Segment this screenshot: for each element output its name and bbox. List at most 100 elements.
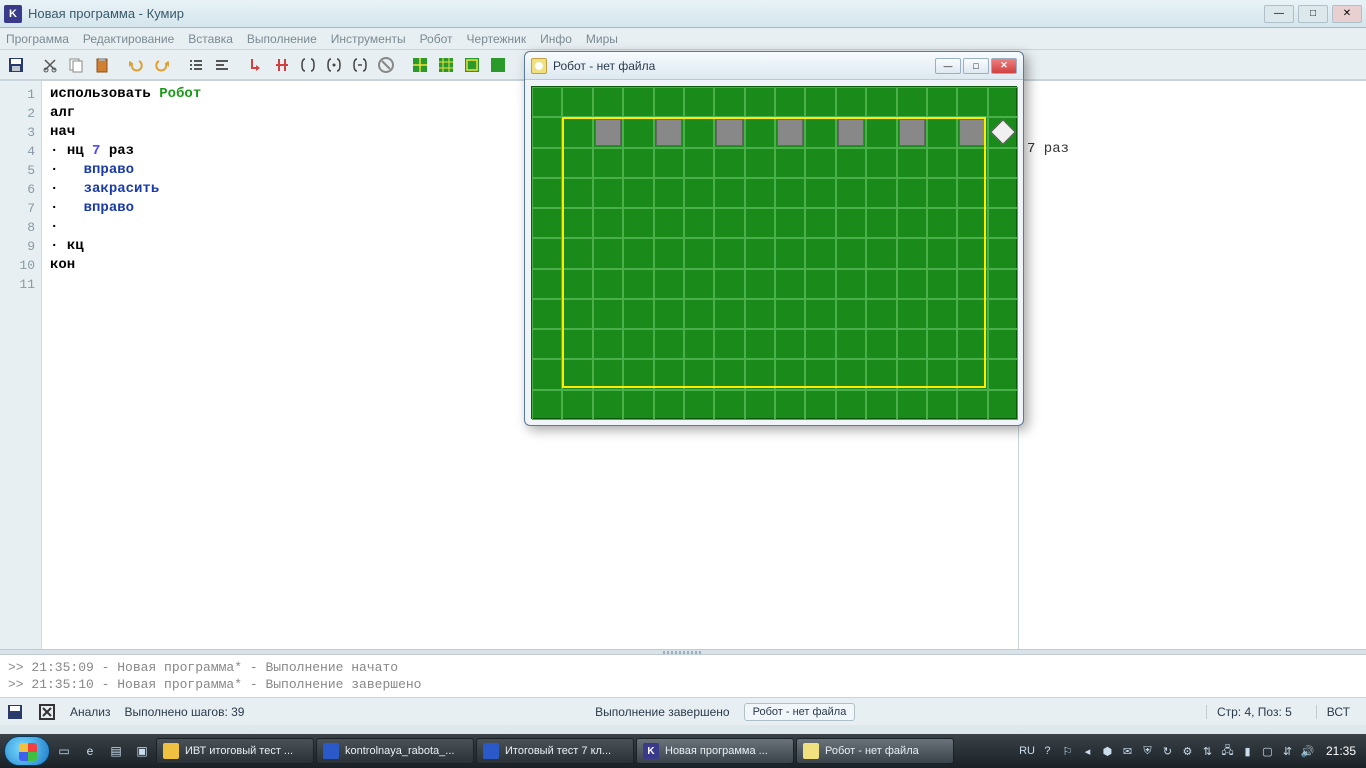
redo-icon[interactable] bbox=[150, 53, 174, 77]
robot-titlebar[interactable]: Робот - нет файла — □ ✕ bbox=[525, 52, 1023, 80]
menu-item[interactable]: Инфо bbox=[540, 32, 572, 46]
tray-antivirus-icon[interactable]: ⬢ bbox=[1100, 744, 1115, 759]
field-cell bbox=[988, 299, 1018, 329]
field-cell bbox=[988, 269, 1018, 299]
tray-flag-icon[interactable]: ⚐ bbox=[1060, 744, 1075, 759]
save-status-icon[interactable] bbox=[6, 703, 24, 721]
tray-usb-icon[interactable]: ⇅ bbox=[1200, 744, 1215, 759]
error-status-icon[interactable] bbox=[38, 703, 56, 721]
robot-maximize-button[interactable]: □ bbox=[963, 58, 989, 74]
robot-field[interactable] bbox=[531, 86, 1017, 419]
taskbar-task[interactable]: Робот - нет файла bbox=[796, 738, 954, 764]
taskbar-task[interactable]: kontrolnaya_rabota_... bbox=[316, 738, 474, 764]
save-icon[interactable] bbox=[4, 53, 28, 77]
grid4-icon[interactable] bbox=[486, 53, 510, 77]
field-cell bbox=[805, 87, 835, 117]
right-pane: 7 раз bbox=[1018, 81, 1366, 649]
grid1-icon[interactable] bbox=[408, 53, 432, 77]
field-cell bbox=[532, 208, 562, 238]
output-console[interactable]: >> 21:35:09 - Новая программа* - Выполне… bbox=[0, 655, 1366, 697]
tray-battery-icon[interactable]: ▮ bbox=[1240, 744, 1255, 759]
maximize-button[interactable]: □ bbox=[1298, 5, 1328, 23]
line-number: 11 bbox=[0, 275, 35, 294]
cut-icon[interactable] bbox=[38, 53, 62, 77]
ql-media-icon[interactable]: ▣ bbox=[130, 738, 154, 764]
braces-icon[interactable] bbox=[296, 53, 320, 77]
stop-icon[interactable] bbox=[374, 53, 398, 77]
status-mode: ВСТ bbox=[1316, 705, 1360, 719]
field-cell bbox=[927, 390, 957, 420]
braces3-icon[interactable] bbox=[348, 53, 372, 77]
minimize-button[interactable]: — bbox=[1264, 5, 1294, 23]
tray-update-icon[interactable]: ↻ bbox=[1160, 744, 1175, 759]
braces2-icon[interactable] bbox=[322, 53, 346, 77]
field-cell bbox=[562, 87, 592, 117]
copy-icon[interactable] bbox=[64, 53, 88, 77]
field-cell bbox=[623, 87, 653, 117]
field-border bbox=[562, 117, 985, 387]
right-pane-text: 7 раз bbox=[1027, 141, 1069, 157]
undo-icon[interactable] bbox=[124, 53, 148, 77]
field-cell bbox=[897, 87, 927, 117]
menu-item[interactable]: Программа bbox=[6, 32, 69, 46]
list-icon[interactable] bbox=[184, 53, 208, 77]
menu-item[interactable]: Чертежник bbox=[467, 32, 527, 46]
task-label: ИВТ итоговый тест ... bbox=[185, 745, 293, 757]
task-icon bbox=[323, 743, 339, 759]
field-cell bbox=[745, 390, 775, 420]
taskbar-task[interactable]: KНовая программа ... bbox=[636, 738, 794, 764]
menu-item[interactable]: Вставка bbox=[188, 32, 233, 46]
grid2-icon[interactable] bbox=[434, 53, 458, 77]
tray-wifi-icon[interactable]: ⇵ bbox=[1280, 744, 1295, 759]
taskbar-task[interactable]: ИВТ итоговый тест ... bbox=[156, 738, 314, 764]
field-cell bbox=[532, 329, 562, 359]
grid3-icon[interactable] bbox=[460, 53, 484, 77]
tray-volume-icon[interactable]: 🔊 bbox=[1300, 744, 1315, 759]
menu-item[interactable]: Миры bbox=[586, 32, 618, 46]
menu-item[interactable]: Выполнение bbox=[247, 32, 317, 46]
robot-window[interactable]: Робот - нет файла — □ ✕ bbox=[524, 51, 1024, 426]
menu-item[interactable]: Робот bbox=[420, 32, 453, 46]
ql-ie-icon[interactable]: e bbox=[78, 738, 102, 764]
tray-arrow-icon[interactable]: ◂ bbox=[1080, 744, 1095, 759]
line-number: 8 bbox=[0, 218, 35, 237]
menu-item[interactable]: Инструменты bbox=[331, 32, 406, 46]
status-exec: Выполнение завершено bbox=[595, 705, 730, 719]
robot-minimize-button[interactable]: — bbox=[935, 58, 961, 74]
close-button[interactable]: ✕ bbox=[1332, 5, 1362, 23]
tray-network-icon[interactable]: 🖧 bbox=[1220, 744, 1235, 759]
paste-icon[interactable] bbox=[90, 53, 114, 77]
taskbar: ▭ e ▤ ▣ ИВТ итоговый тест ... kontrolnaya… bbox=[0, 734, 1366, 768]
field-cell bbox=[988, 329, 1018, 359]
lang-indicator[interactable]: RU bbox=[1019, 745, 1035, 757]
field-cell bbox=[988, 208, 1018, 238]
tray-chat-icon[interactable]: ✉ bbox=[1120, 744, 1135, 759]
step-into-icon[interactable] bbox=[244, 53, 268, 77]
tray-help-icon[interactable]: ? bbox=[1040, 744, 1055, 759]
taskbar-task[interactable]: Итоговый тест 7 кл... bbox=[476, 738, 634, 764]
line-gutter: 1234567891011 bbox=[0, 81, 42, 649]
field-cell bbox=[988, 178, 1018, 208]
step-over-icon[interactable] bbox=[270, 53, 294, 77]
clock[interactable]: 21:35 bbox=[1320, 744, 1362, 758]
line-number: 3 bbox=[0, 123, 35, 142]
window-title: Новая программа - Кумир bbox=[28, 6, 1264, 21]
line-number: 5 bbox=[0, 161, 35, 180]
ql-desktop-icon[interactable]: ▤ bbox=[104, 738, 128, 764]
field-cell bbox=[988, 359, 1018, 389]
align-icon[interactable] bbox=[210, 53, 234, 77]
ql-explorer-icon[interactable]: ▭ bbox=[52, 738, 76, 764]
app-icon: K bbox=[4, 5, 22, 23]
tray-shield-icon[interactable]: ⛨ bbox=[1140, 744, 1155, 759]
line-number: 4 bbox=[0, 142, 35, 161]
console-line: >> 21:35:10 - Новая программа* - Выполне… bbox=[8, 676, 1358, 693]
start-button[interactable] bbox=[4, 736, 50, 766]
field-cell bbox=[988, 390, 1018, 420]
tray-gear-icon[interactable]: ⚙ bbox=[1180, 744, 1195, 759]
menu-item[interactable]: Редактирование bbox=[83, 32, 174, 46]
tray-display-icon[interactable]: ▢ bbox=[1260, 744, 1275, 759]
field-cell bbox=[897, 390, 927, 420]
robot-close-button[interactable]: ✕ bbox=[991, 58, 1017, 74]
robot-title: Робот - нет файла bbox=[553, 59, 935, 73]
status-chip[interactable]: Робот - нет файла bbox=[744, 703, 856, 721]
